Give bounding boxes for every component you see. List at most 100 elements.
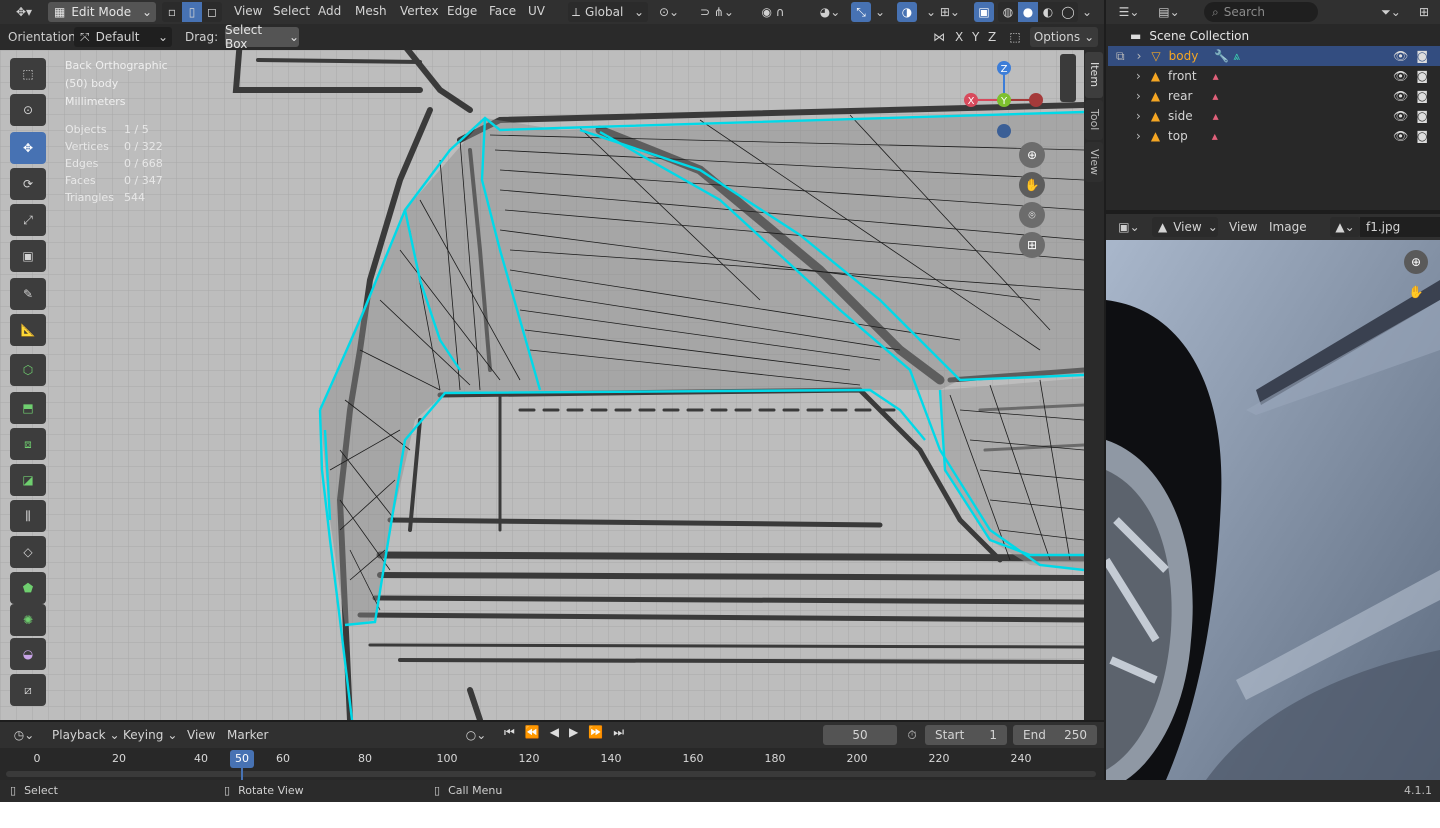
topology-icon[interactable]: ⬚	[1006, 28, 1024, 46]
outliner-search[interactable]: ⌕ Search	[1204, 2, 1318, 22]
outliner-item-front[interactable]: › ▲ front ▴ 👁 ◙	[1108, 66, 1440, 86]
ortho-grid-icon[interactable]: ⊞	[1019, 232, 1045, 258]
camera-render-icon[interactable]: ◙	[1416, 129, 1428, 143]
chevron-right-icon[interactable]: ›	[1137, 49, 1142, 63]
pivot-icon[interactable]: ⊙⌄	[652, 2, 686, 22]
auto-keying-icon[interactable]: ○⌄	[458, 725, 494, 745]
menu-mesh[interactable]: Mesh	[355, 4, 387, 18]
options-button[interactable]: Options ⌄	[1030, 27, 1098, 47]
image-browse-icon[interactable]: ▲⌄	[1330, 217, 1360, 237]
tab-tool[interactable]: Tool	[1085, 100, 1103, 140]
playback-menu[interactable]: Playback ⌄	[52, 728, 120, 742]
gizmo-toggle-icon[interactable]: ⤡	[851, 2, 871, 22]
chevron-down-icon[interactable]: ⌄	[873, 2, 887, 22]
tab-item[interactable]: Item	[1085, 52, 1103, 98]
menu-edge[interactable]: Edge	[447, 4, 477, 18]
overlay-toggle-icon[interactable]: ◑	[897, 2, 917, 22]
chevron-right-icon[interactable]: ›	[1136, 69, 1141, 83]
timeline-track[interactable]	[6, 771, 1096, 777]
shading-group[interactable]: ◍ ● ◐ ◯	[998, 2, 1078, 22]
spin-tool[interactable]: ✺	[10, 604, 46, 636]
camera-render-icon[interactable]: ◙	[1416, 109, 1428, 123]
move-tool[interactable]: ✥	[10, 132, 46, 164]
annotate-tool[interactable]: ✎	[10, 278, 46, 310]
camera-render-icon[interactable]: ◙	[1416, 89, 1428, 103]
bevel-tool[interactable]: ◪	[10, 464, 46, 496]
timeline-type-icon[interactable]: ◷⌄	[8, 725, 40, 745]
material-shading-icon[interactable]: ◐	[1038, 2, 1058, 22]
proportional-edit-icon[interactable]: ◉ ∩	[748, 2, 798, 22]
image-canvas[interactable]: ⊕ ✋	[1106, 240, 1440, 780]
drag-select[interactable]: Select Box ⌄	[225, 23, 299, 51]
camera-render-icon[interactable]: ◙	[1416, 49, 1428, 63]
eye-icon[interactable]: 👁	[1393, 109, 1408, 123]
menu-view[interactable]: View	[234, 4, 262, 18]
face-select-icon[interactable]: ◻	[202, 2, 222, 22]
chevron-right-icon[interactable]: ›	[1136, 129, 1141, 143]
knife-tool[interactable]: ◇	[10, 536, 46, 568]
visibility-icon[interactable]: ◕⌄	[815, 2, 845, 22]
orientation-select[interactable]: ⤧ Default ⌄	[74, 27, 172, 47]
timeline-menu-marker[interactable]: Marker	[227, 728, 268, 742]
camera-icon[interactable]: ⌾	[1019, 202, 1045, 228]
menu-select[interactable]: Select	[273, 4, 310, 18]
3d-viewport[interactable]: Back Orthographic (50) body Millimeters …	[0, 50, 1084, 720]
sidebar-toggle-icon[interactable]	[1060, 54, 1076, 102]
camera-render-icon[interactable]: ◙	[1416, 69, 1428, 83]
scene-collection-row[interactable]: ▬ Scene Collection	[1108, 26, 1440, 46]
outliner-item-rear[interactable]: › ▲ rear ▴ 👁 ◙	[1108, 86, 1440, 106]
extrude-tool[interactable]: ⬒	[10, 392, 46, 424]
tab-view[interactable]: View	[1085, 142, 1103, 182]
overlay-dropdown-icon[interactable]: ⌄ ⊞⌄	[919, 2, 967, 22]
play-icon[interactable]: ▶	[569, 725, 578, 745]
timeline-menu-view[interactable]: View	[187, 728, 215, 742]
navigation-gizmo[interactable]: Z X Y	[955, 55, 1055, 155]
prev-keyframe-icon[interactable]: ⏪	[525, 725, 540, 745]
gizmo-neg-x[interactable]	[1029, 93, 1043, 107]
smooth-tool[interactable]: ◒	[10, 638, 46, 670]
display-mode-icon[interactable]: ▤⌄	[1152, 2, 1186, 22]
outliner-item-side[interactable]: › ▲ side ▴ 👁 ◙	[1108, 106, 1440, 126]
eye-icon[interactable]: 👁	[1393, 129, 1408, 143]
select-box-tool[interactable]: ⬚	[10, 58, 46, 90]
rendered-shading-icon[interactable]: ◯	[1058, 2, 1078, 22]
filter-icon[interactable]: ⏷⌄	[1374, 2, 1408, 22]
mirror-icon[interactable]: ⋈	[930, 28, 948, 46]
next-keyframe-icon[interactable]: ⏩	[588, 725, 603, 745]
menu-uv[interactable]: UV	[528, 4, 545, 18]
axis-x[interactable]: X	[955, 30, 963, 44]
keying-menu[interactable]: Keying ⌄	[123, 728, 177, 742]
vertex-select-icon[interactable]: ▫	[162, 2, 182, 22]
outliner-item-top[interactable]: › ▲ top ▴ 👁 ◙	[1108, 126, 1440, 146]
edge-select-icon[interactable]: ▯	[182, 2, 202, 22]
new-collection-icon[interactable]: ⊞	[1414, 2, 1434, 22]
scale-tool[interactable]: ⤢	[10, 204, 46, 236]
gizmo-neg-z[interactable]	[997, 124, 1011, 138]
transform-tool[interactable]: ▣	[10, 240, 46, 272]
image-editor-type-icon[interactable]: ▣⌄	[1112, 217, 1146, 237]
image-menu-image[interactable]: Image	[1269, 220, 1307, 234]
axis-z[interactable]: Z	[988, 30, 996, 44]
image-menu-view[interactable]: View	[1229, 220, 1257, 234]
eye-icon[interactable]: 👁	[1393, 69, 1408, 83]
chevron-right-icon[interactable]: ›	[1136, 109, 1141, 123]
chevron-right-icon[interactable]: ›	[1136, 89, 1141, 103]
stopwatch-icon[interactable]: ⏱	[903, 725, 921, 745]
jump-end-icon[interactable]: ⏭	[613, 725, 624, 745]
pan-hand-icon[interactable]: ✋	[1019, 172, 1045, 198]
poly-build-tool[interactable]: ⬟	[10, 572, 46, 604]
mode-select[interactable]: ▦ Edit Mode ⌄	[48, 2, 156, 22]
wireframe-shading-icon[interactable]: ◍	[998, 2, 1018, 22]
start-frame-field[interactable]: Start 1	[925, 725, 1007, 745]
snap-icon[interactable]: ⊃ ⋔⌄	[692, 2, 742, 22]
eye-icon[interactable]: 👁	[1393, 49, 1408, 63]
measure-tool[interactable]: 📐	[10, 314, 46, 346]
editor-type-icon[interactable]: ✥▾	[6, 2, 42, 22]
image-view-mode-select[interactable]: ▲ View ⌄	[1152, 217, 1218, 237]
axis-y[interactable]: Y	[972, 30, 979, 44]
rotate-tool[interactable]: ⟳	[10, 168, 46, 200]
end-frame-field[interactable]: End 250	[1013, 725, 1097, 745]
image-zoom-icon[interactable]: ⊕	[1404, 250, 1428, 274]
menu-vertex[interactable]: Vertex	[400, 4, 439, 18]
add-cube-tool[interactable]: ⬡	[10, 354, 46, 386]
